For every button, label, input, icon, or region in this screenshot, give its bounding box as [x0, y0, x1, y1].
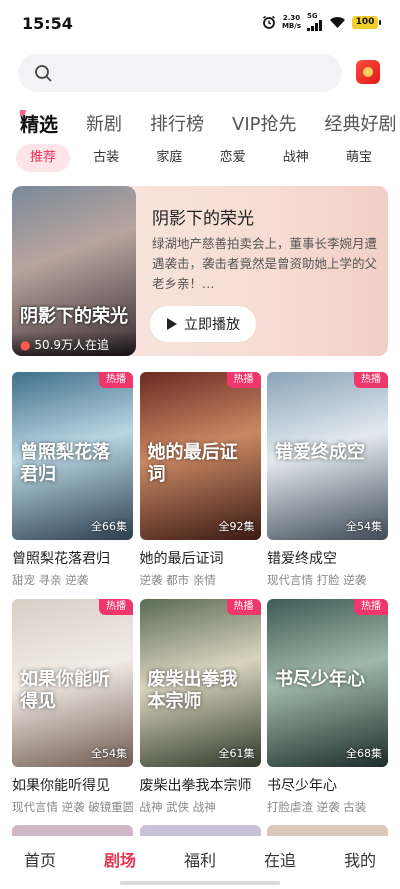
category-romance[interactable]: 恋爱 [206, 144, 260, 172]
drama-poster[interactable]: 热播 如果你能听得见 全54集 [12, 599, 133, 767]
hot-badge: 热播 [99, 372, 133, 388]
nav-profile[interactable]: 我的 [344, 847, 376, 871]
drama-title: 书尽少年心 [267, 778, 337, 794]
drama-card[interactable]: 热播 错爱终成空 全54集 错爱终成空 现代言情 打脸 逆袭 [267, 372, 388, 587]
drama-card[interactable]: 热播 书尽少年心 全68集 书尽少年心 打脸虐渣 逆袭 古装 [267, 599, 388, 814]
tab-vip[interactable]: VIP抢先 [232, 110, 296, 137]
episode-count: 全61集 [218, 747, 255, 760]
nav-theater[interactable]: 剧场 [104, 847, 136, 871]
episode-count: 全54集 [91, 747, 127, 760]
search-icon [35, 65, 52, 82]
drama-card[interactable]: 热播 她的最后证词 全92集 她的最后证词 逆袭 都市 亲情 [139, 372, 261, 587]
main-tabs: 精选 新剧 排行榜 VIP抢先 经典好剧 [20, 110, 400, 137]
gift-app-icon[interactable] [356, 60, 380, 84]
tab-featured[interactable]: 精选 [20, 110, 58, 137]
play-icon [167, 318, 177, 330]
signal-icon [307, 20, 322, 31]
play-now-label: 立即播放 [184, 317, 240, 333]
episode-count: 全66集 [91, 520, 127, 533]
category-family[interactable]: 家庭 [142, 144, 196, 172]
drama-title: 废柴出拳我本宗师 [139, 778, 252, 794]
tab-classic[interactable]: 经典好剧 [325, 110, 397, 137]
wifi-icon [330, 16, 345, 28]
drama-poster-title: 书尽少年心 [275, 669, 365, 690]
battery-level: 100 [355, 17, 375, 27]
category-recommend[interactable]: 推荐 [16, 144, 71, 172]
category-pills: 推荐 古装 家庭 恋爱 战神 萌宝 [16, 144, 386, 172]
drama-poster[interactable]: 热播 废柴出拳我本宗师 全61集 [139, 599, 261, 767]
play-now-button[interactable]: 立即播放 [150, 306, 256, 342]
speed-value: 2.30 [282, 14, 301, 22]
hot-badge: 热播 [99, 599, 133, 615]
drama-poster[interactable]: 热播 错爱终成空 全54集 [267, 372, 388, 540]
drama-tags: 打脸虐渣 逆袭 古装 [267, 800, 367, 814]
nav-home[interactable]: 首页 [24, 847, 56, 871]
drama-poster[interactable]: 热播 书尽少年心 全68集 [267, 599, 388, 767]
episode-count: 全68集 [346, 747, 382, 760]
nav-following[interactable]: 在追 [264, 847, 296, 871]
status-bar: 15:54 2.30 MB/s 5G 100 [0, 0, 400, 44]
status-icons: 2.30 MB/s 5G 100 [262, 12, 381, 32]
drama-tags: 逆袭 都市 亲情 [139, 573, 216, 587]
drama-tags: 现代言情 逆袭 破镜重圆 [12, 800, 133, 814]
flame-icon: ● [20, 338, 31, 352]
drama-grid: 热播 曾照梨花落君归 全66集 曾照梨花落君归 甜宠 寻亲 逆袭 热播 她的最后… [12, 372, 388, 814]
drama-poster-title: 废柴出拳我本宗师 [147, 669, 238, 712]
search-bar[interactable] [18, 54, 342, 92]
featured-description: 绿湖地产慈善拍卖会上，董事长李婉月遭遇袭击，袭击者竟然是曾资助她上学的父老乡亲！… [152, 236, 378, 291]
drama-title: 如果你能听得见 [12, 778, 110, 794]
nav-rewards[interactable]: 福利 [184, 847, 216, 871]
drama-tags: 现代言情 打脸 逆袭 [267, 573, 367, 587]
featured-poster[interactable]: 阴影下的荣光 ● 50.9万人在追 [12, 186, 136, 356]
drama-poster[interactable]: 热播 曾照梨花落君归 全66集 [12, 372, 133, 540]
drama-poster-title: 如果你能听得见 [20, 669, 110, 712]
alarm-icon [262, 15, 275, 29]
hot-badge: 热播 [354, 372, 388, 388]
drama-card[interactable]: 热播 如果你能听得见 全54集 如果你能听得见 现代言情 逆袭 破镜重圆 [12, 599, 133, 814]
featured-banner[interactable]: 阴影下的荣光 ● 50.9万人在追 阴影下的荣光 绿湖地产慈善拍卖会上，董事长李… [12, 186, 388, 356]
tab-ranking[interactable]: 排行榜 [150, 110, 204, 137]
tab-new[interactable]: 新剧 [86, 110, 122, 137]
featured-poster-title: 阴影下的荣光 [20, 306, 128, 327]
battery-indicator: 100 [352, 15, 381, 29]
featured-views-label: 50.9万人在追 [34, 338, 110, 352]
drama-poster-title: 曾照梨花落君归 [20, 442, 110, 485]
bottom-nav: 首页 剧场 福利 在追 我的 [0, 836, 400, 889]
drama-poster[interactable]: 热播 她的最后证词 全92集 [139, 372, 261, 540]
status-time: 15:54 [22, 14, 73, 33]
drama-card[interactable]: 热播 废柴出拳我本宗师 全61集 废柴出拳我本宗师 战神 武侠 战神 [139, 599, 261, 814]
featured-title: 阴影下的荣光 [152, 209, 254, 229]
hot-badge: 热播 [354, 599, 388, 615]
drama-tags: 甜宠 寻亲 逆袭 [12, 573, 89, 587]
hot-badge: 热播 [226, 599, 261, 615]
cellular-signal: 5G [307, 13, 323, 31]
featured-views: ● 50.9万人在追 [12, 332, 136, 356]
network-speed: 2.30 MB/s [282, 14, 301, 30]
speed-unit: MB/s [281, 22, 301, 30]
drama-title: 她的最后证词 [139, 551, 224, 567]
drama-poster-title: 错爱终成空 [275, 442, 365, 463]
home-indicator [120, 881, 280, 885]
episode-count: 全92集 [218, 520, 255, 533]
hot-badge: 热播 [226, 372, 261, 388]
category-costume[interactable]: 古装 [79, 144, 133, 172]
network-type: 5G [307, 12, 318, 20]
drama-title: 错爱终成空 [267, 551, 337, 567]
drama-card[interactable]: 热播 曾照梨花落君归 全66集 曾照梨花落君归 甜宠 寻亲 逆袭 [12, 372, 133, 587]
drama-title: 曾照梨花落君归 [12, 551, 110, 567]
episode-count: 全54集 [346, 520, 382, 533]
drama-poster-title: 她的最后证词 [147, 442, 238, 485]
category-war-god[interactable]: 战神 [269, 144, 323, 172]
category-cute-baby[interactable]: 萌宝 [332, 144, 386, 172]
drama-tags: 战神 武侠 战神 [139, 800, 216, 814]
